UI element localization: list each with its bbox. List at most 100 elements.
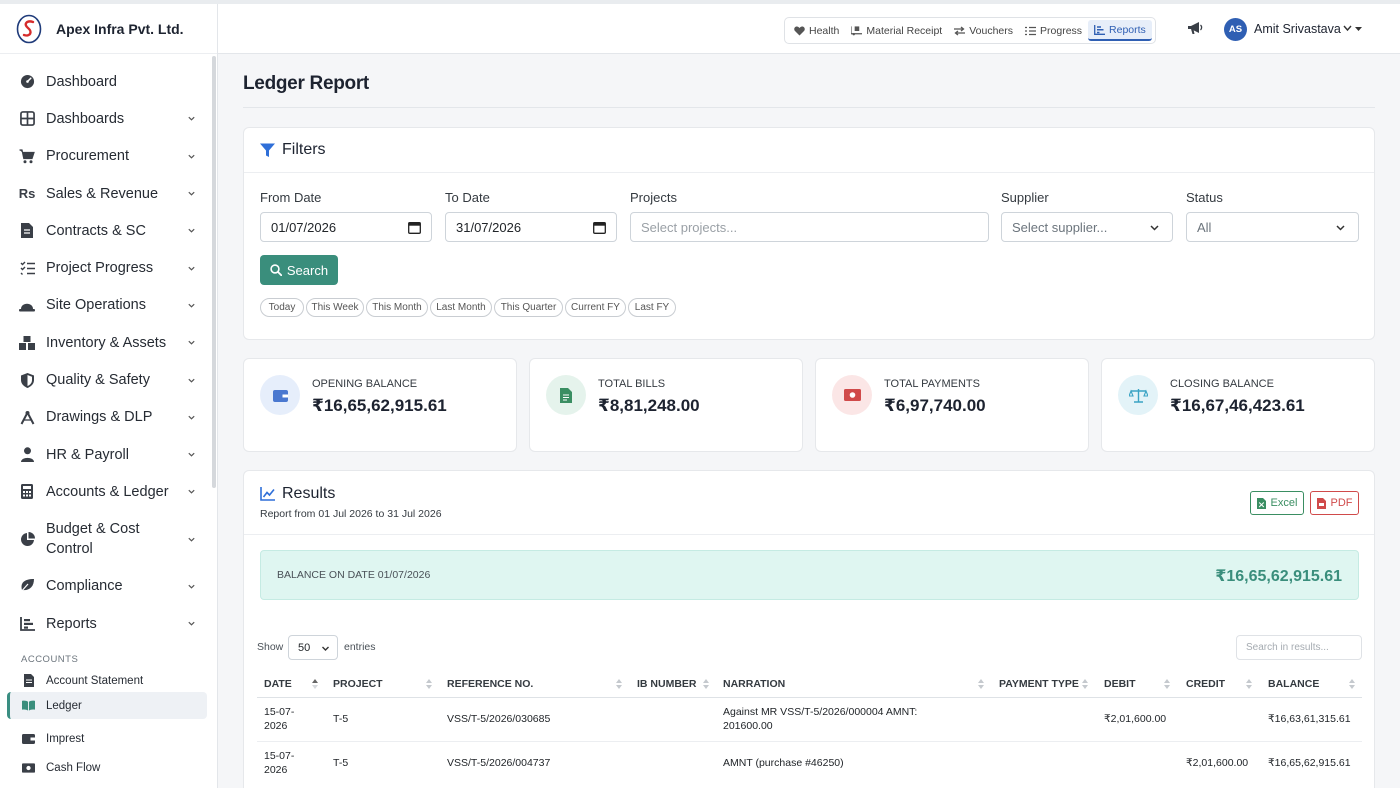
range-chip-last-fy[interactable]: Last FY xyxy=(628,298,676,317)
sidebar-item-label: Dashboards xyxy=(46,110,125,127)
export-pdf-button[interactable]: PDF xyxy=(1310,491,1359,515)
bar-chart-icon xyxy=(19,616,35,632)
topnav-health[interactable]: Health xyxy=(788,20,845,41)
sort-icon[interactable] xyxy=(1164,677,1170,689)
megaphone-icon[interactable] xyxy=(1188,21,1204,37)
column-header-reference[interactable]: REFERENCE NO. xyxy=(447,671,533,697)
search-icon xyxy=(270,264,283,277)
user-menu-caret-icon[interactable] xyxy=(1343,22,1363,34)
topnav-label: Health xyxy=(809,24,840,37)
sort-asc-icon[interactable] xyxy=(312,677,318,689)
export-excel-button[interactable]: Excel xyxy=(1250,491,1304,515)
to-date-input[interactable]: 31/07/2026 xyxy=(445,212,617,242)
search-button[interactable]: Search xyxy=(260,255,338,285)
column-header-credit[interactable]: CREDIT xyxy=(1186,671,1225,697)
sidebar-item-sales-revenue[interactable]: Rs Sales & Revenue xyxy=(0,175,212,212)
truck-loading-icon xyxy=(851,25,863,36)
sidebar-item-label: Compliance xyxy=(46,578,123,595)
chevron-down-icon xyxy=(186,375,196,385)
sort-icon[interactable] xyxy=(1246,677,1252,689)
sidebar-subitem-ledger[interactable]: Ledger xyxy=(7,692,207,719)
sidebar-subitem-account-statement[interactable]: Account Statement xyxy=(7,667,207,694)
brand[interactable]: Apex Infra Pvt. Ltd. xyxy=(0,4,217,54)
sidebar-item-drawings[interactable]: Drawings & DLP xyxy=(0,399,212,436)
results-title: Results xyxy=(282,485,336,502)
status-select[interactable]: All xyxy=(1186,212,1359,242)
sort-icon[interactable] xyxy=(1082,677,1088,689)
file-excel-icon xyxy=(1256,497,1268,509)
sidebar-item-label: Sales & Revenue xyxy=(46,185,159,202)
cell-balance: ₹16,65,62,915.61 xyxy=(1268,757,1351,769)
sidebar-item-hr-payroll[interactable]: HR & Payroll xyxy=(0,436,212,473)
entries-label: entries xyxy=(344,641,376,653)
sidebar-item-project-progress[interactable]: Project Progress xyxy=(0,249,212,286)
stat-value: ₹16,67,46,423.61 xyxy=(1170,396,1305,415)
range-chip-this-week[interactable]: This Week xyxy=(306,298,364,317)
range-chip-this-quarter[interactable]: This Quarter xyxy=(494,298,563,317)
topnav-material-receipt[interactable]: Material Receipt xyxy=(845,20,948,41)
sidebar-item-quality-safety[interactable]: Quality & Safety xyxy=(0,361,212,398)
sidebar-item-accounts-ledger[interactable]: Accounts & Ledger xyxy=(0,473,212,510)
sort-icon[interactable] xyxy=(1349,677,1355,689)
range-chip-last-month[interactable]: Last Month xyxy=(430,298,492,317)
sidebar-item-label: Procurement xyxy=(46,148,130,165)
cell-date: 15-07-2026 xyxy=(264,706,295,732)
book-open-icon xyxy=(22,699,35,712)
topnav-progress[interactable]: Progress xyxy=(1019,20,1088,41)
chevron-down-icon xyxy=(186,263,196,273)
results-search-input[interactable]: Search in results... xyxy=(1236,635,1362,660)
sidebar-item-label: Accounts & Ledger xyxy=(46,483,169,500)
range-chip-current-fy[interactable]: Current FY xyxy=(565,298,626,317)
sort-icon[interactable] xyxy=(426,677,432,689)
column-header-payment-type[interactable]: PAYMENT TYPE xyxy=(999,671,1079,697)
supplier-label: Supplier xyxy=(1001,190,1049,205)
sidebar-subitem-cash-flow[interactable]: Cash Flow xyxy=(7,754,207,781)
projects-select[interactable]: Select projects... xyxy=(630,212,989,242)
gauge-icon xyxy=(19,74,35,90)
stat-label: CLOSING BALANCE xyxy=(1170,378,1274,390)
column-header-ib-number[interactable]: IB NUMBER xyxy=(637,671,697,697)
column-header-project[interactable]: PROJECT xyxy=(333,671,383,697)
column-header-balance[interactable]: BALANCE xyxy=(1268,671,1319,697)
user-tie-icon xyxy=(19,447,35,463)
chevron-down-icon xyxy=(186,300,196,310)
sidebar-scrollbar[interactable] xyxy=(212,56,216,488)
sidebar-subitem-imprest[interactable]: Imprest xyxy=(7,725,207,752)
rupee-icon: Rs xyxy=(18,186,36,202)
stat-value: ₹8,81,248.00 xyxy=(598,396,700,415)
page-size-select[interactable]: 50 xyxy=(288,635,338,660)
sidebar-item-contracts[interactable]: Contracts & SC xyxy=(0,212,212,249)
sidebar-item-inventory[interactable]: Inventory & Assets xyxy=(0,324,212,361)
topnav-label: Reports xyxy=(1109,23,1146,36)
topnav-vouchers[interactable]: Vouchers xyxy=(948,20,1019,41)
range-chip-this-month[interactable]: This Month xyxy=(366,298,428,317)
calendar-icon[interactable] xyxy=(408,221,421,234)
range-chip-today[interactable]: Today xyxy=(260,298,304,317)
sort-icon[interactable] xyxy=(978,677,984,689)
company-logo-icon xyxy=(16,14,42,44)
sort-icon[interactable] xyxy=(703,677,709,689)
sort-icon[interactable] xyxy=(616,677,622,689)
user-name[interactable]: Amit Srivastava xyxy=(1254,22,1341,36)
column-header-debit[interactable]: DEBIT xyxy=(1104,671,1136,697)
topnav-reports[interactable]: Reports xyxy=(1088,20,1152,41)
chevron-down-icon xyxy=(186,487,196,497)
sidebar-section-label: ACCOUNTS xyxy=(21,654,79,665)
from-date-input[interactable]: 01/07/2026 xyxy=(260,212,432,242)
file-invoice-icon xyxy=(546,375,586,415)
column-header-narration[interactable]: NARRATION xyxy=(723,671,785,697)
supplier-select[interactable]: Select supplier... xyxy=(1001,212,1173,242)
sidebar-item-compliance[interactable]: Compliance xyxy=(0,568,212,605)
sidebar-item-label: Budget & Cost Control xyxy=(46,521,140,558)
divider xyxy=(243,107,1375,108)
calendar-icon[interactable] xyxy=(593,221,606,234)
sidebar-item-site-operations[interactable]: Site Operations xyxy=(0,287,212,324)
avatar[interactable]: AS xyxy=(1224,18,1247,41)
sidebar-item-budget[interactable]: Budget & Cost Control xyxy=(0,511,212,568)
sidebar-item-reports[interactable]: Reports xyxy=(0,605,212,642)
sidebar-item-dashboards[interactable]: Dashboards xyxy=(0,100,212,137)
sidebar-item-dashboard[interactable]: Dashboard xyxy=(0,63,212,100)
page-title: Ledger Report xyxy=(243,73,369,94)
column-header-date[interactable]: DATE xyxy=(264,671,292,697)
sidebar-item-procurement[interactable]: Procurement xyxy=(0,138,212,175)
